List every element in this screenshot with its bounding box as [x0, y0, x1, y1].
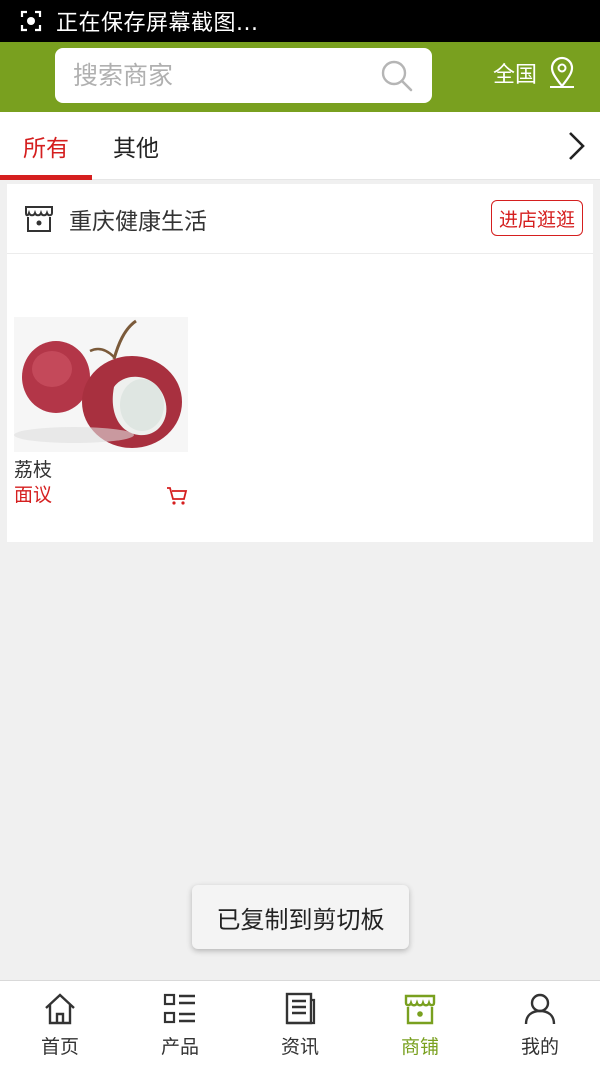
news-icon	[285, 992, 316, 1025]
status-text: 正在保存屏幕截图...	[56, 11, 259, 36]
shop-header[interactable]: 重庆健康生活 进店逛逛	[7, 184, 593, 254]
search-icon[interactable]	[380, 59, 414, 93]
nav-products[interactable]: 产品	[120, 981, 240, 1067]
nav-profile[interactable]: 我的	[480, 981, 600, 1067]
toast-message: 已复制到剪切板	[192, 885, 409, 949]
region-label: 全国	[493, 63, 538, 88]
nav-news[interactable]: 资讯	[240, 981, 360, 1067]
home-icon	[45, 993, 75, 1025]
enter-shop-button[interactable]: 进店逛逛	[490, 200, 583, 236]
product-card[interactable]: 荔枝 面议	[14, 317, 188, 508]
nav-home[interactable]: 首页	[0, 981, 120, 1067]
status-bar: 正在保存屏幕截图...	[0, 0, 600, 42]
location-pin-icon	[550, 56, 575, 88]
product-name: 荔枝	[14, 459, 53, 481]
store-icon	[404, 994, 436, 1025]
nav-products-label: 产品	[160, 1036, 199, 1058]
tab-all[interactable]: 所有	[0, 112, 92, 180]
chevron-right-icon[interactable]	[564, 130, 588, 162]
bottom-nav: 首页 产品 资讯 商铺 我的	[0, 980, 600, 1067]
search-input[interactable]	[73, 61, 363, 90]
store-icon	[25, 205, 53, 232]
top-header: 全国	[0, 42, 600, 112]
nav-shops-label: 商铺	[400, 1036, 439, 1058]
region-selector[interactable]: 全国	[493, 56, 577, 90]
screenshot-icon	[20, 10, 42, 32]
product-price: 面议	[14, 484, 53, 506]
nav-news-label: 资讯	[280, 1036, 319, 1058]
product-image[interactable]	[14, 317, 188, 452]
list-icon	[163, 993, 195, 1024]
nav-shops[interactable]: 商铺	[360, 981, 480, 1067]
nav-profile-label: 我的	[520, 1036, 559, 1058]
category-tabs: 所有 其他	[0, 112, 600, 180]
shop-name: 重庆健康生活	[69, 208, 207, 235]
search-box[interactable]	[55, 48, 432, 103]
cart-icon[interactable]	[166, 486, 188, 506]
nav-home-label: 首页	[40, 1036, 79, 1058]
user-icon	[524, 993, 556, 1025]
tab-other[interactable]: 其他	[92, 112, 180, 180]
shop-card: 重庆健康生活 进店逛逛 荔枝 面议	[7, 184, 593, 542]
